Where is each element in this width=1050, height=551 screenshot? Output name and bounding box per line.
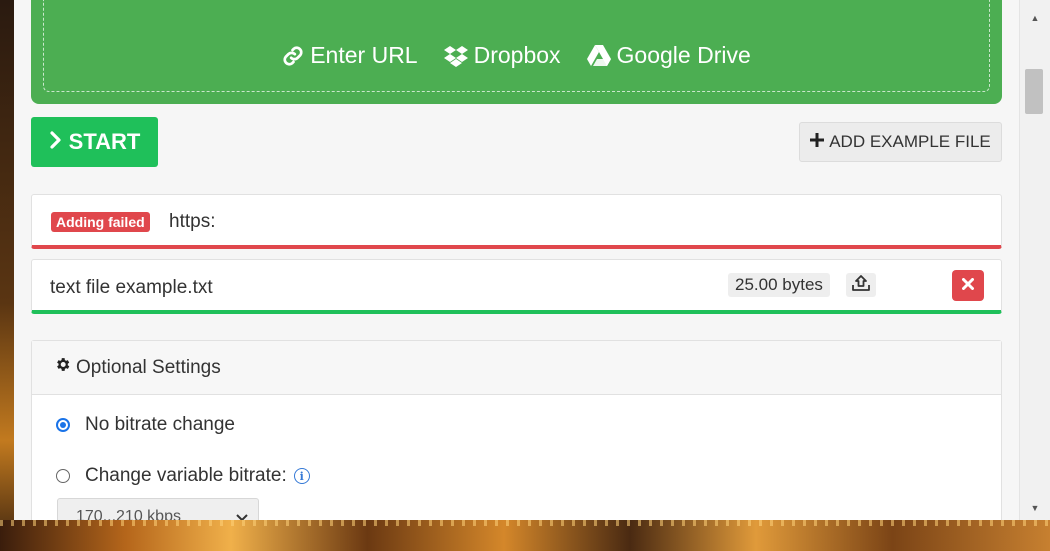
settings-title: Optional Settings bbox=[76, 356, 221, 378]
upload-icon bbox=[851, 274, 871, 297]
chevron-down-icon bbox=[236, 509, 248, 520]
gear-icon bbox=[54, 356, 71, 379]
info-icon[interactable]: i bbox=[293, 468, 310, 484]
enter-url-button[interactable]: Enter URL bbox=[282, 42, 418, 69]
upload-file-button[interactable] bbox=[846, 273, 876, 297]
plus-icon bbox=[810, 132, 825, 152]
add-example-file-button[interactable]: ADD EXAMPLE FILE bbox=[799, 122, 1002, 162]
remove-file-button[interactable] bbox=[952, 270, 984, 301]
page-scrollbar[interactable]: ▲ ▼ bbox=[1019, 0, 1050, 520]
chevron-right-icon bbox=[49, 129, 63, 155]
enter-url-label: Enter URL bbox=[310, 42, 418, 68]
bitrate-select[interactable]: 170...210 kbps bbox=[57, 498, 259, 520]
file-row: text file example.txt 25.00 bytes bbox=[31, 259, 1002, 314]
scroll-down-arrow-icon[interactable]: ▼ bbox=[1020, 498, 1050, 518]
google-drive-button[interactable]: Google Drive bbox=[586, 42, 751, 69]
no-bitrate-change-radio[interactable] bbox=[56, 418, 70, 432]
dropbox-label: Dropbox bbox=[473, 42, 561, 68]
file-name: text file example.txt bbox=[50, 277, 213, 298]
failed-url-text: https: bbox=[169, 211, 216, 232]
upload-sources: Enter URL Dropbox Google Drive bbox=[31, 42, 1002, 69]
converter-page: Enter URL Dropbox Google Drive START ADD… bbox=[14, 0, 1019, 520]
change-variable-bitrate-radio[interactable] bbox=[56, 469, 70, 483]
link-icon bbox=[282, 45, 304, 67]
dropbox-button[interactable]: Dropbox bbox=[443, 42, 561, 69]
optional-settings-panel: Optional Settings No bitrate change Chan… bbox=[31, 340, 1002, 520]
dropbox-icon bbox=[443, 45, 468, 67]
no-bitrate-change-option[interactable]: No bitrate change bbox=[56, 414, 235, 436]
desktop-background-bottom bbox=[0, 520, 1050, 551]
file-drop-zone[interactable]: Enter URL Dropbox Google Drive bbox=[31, 0, 1002, 104]
scroll-up-arrow-icon[interactable]: ▲ bbox=[1020, 8, 1050, 28]
close-icon bbox=[962, 277, 974, 295]
change-variable-bitrate-option[interactable]: Change variable bitrate: i bbox=[56, 465, 310, 487]
no-bitrate-change-label: No bitrate change bbox=[85, 414, 235, 435]
change-variable-bitrate-label: Change variable bitrate: bbox=[85, 465, 287, 486]
google-drive-label: Google Drive bbox=[616, 42, 751, 68]
add-example-label: ADD EXAMPLE FILE bbox=[829, 132, 991, 151]
failed-file-row: Adding failed https: bbox=[31, 194, 1002, 249]
settings-header: Optional Settings bbox=[32, 341, 1001, 395]
desktop-background-left bbox=[0, 0, 14, 551]
bitrate-select-value: 170...210 kbps bbox=[76, 508, 181, 520]
google-drive-icon bbox=[586, 44, 611, 67]
start-button[interactable]: START bbox=[31, 117, 158, 167]
file-size-badge: 25.00 bytes bbox=[728, 273, 830, 297]
status-badge: Adding failed bbox=[51, 212, 150, 232]
scrollbar-thumb[interactable] bbox=[1025, 69, 1043, 114]
start-label: START bbox=[68, 129, 141, 154]
